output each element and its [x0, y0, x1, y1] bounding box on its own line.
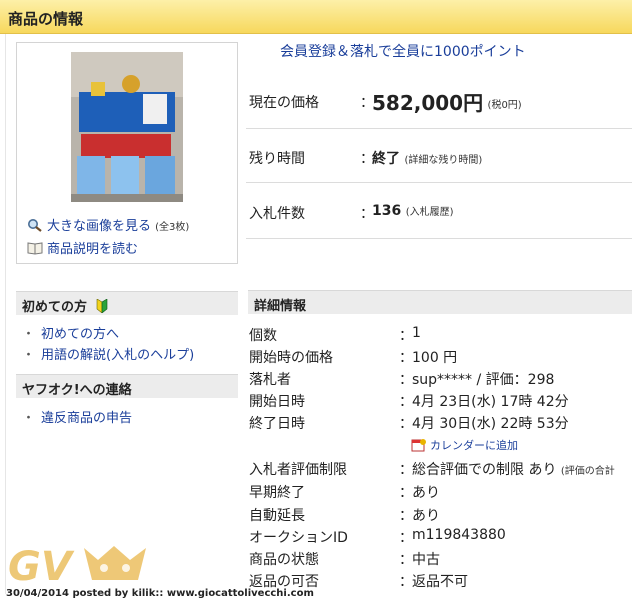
watermark-text: GV — [8, 544, 75, 586]
book-icon — [27, 242, 43, 255]
detail-value-start-price: 100 円 — [412, 350, 458, 366]
details-title: 詳細情報 — [254, 299, 307, 314]
detail-label-quantity: 個数 — [249, 328, 277, 344]
detail-label-auction-id: オークションID — [249, 530, 348, 546]
detail-label-early-end: 早期終了 — [249, 485, 305, 501]
detail-label-end-time: 終了日時 — [249, 416, 305, 432]
colon: ： — [399, 485, 413, 501]
detail-value-early-end: あり — [412, 485, 440, 501]
detail-value-auto-extend: あり — [412, 508, 440, 524]
report-section-title: ヤフオク!への連絡 — [22, 383, 132, 398]
section-header: 商品の情報 — [0, 0, 632, 34]
report-section-header: ヤフオク!への連絡 — [16, 374, 238, 398]
bullet: ・ — [22, 411, 36, 426]
detail-value-winner[interactable]: sup***** / 評価：298 — [412, 369, 554, 389]
beginners-guide-link[interactable]: 初めての方へ — [41, 327, 119, 342]
bid-count-row: 136 (入札履歴) — [372, 203, 454, 219]
detail-label-start-time: 開始日時 — [249, 394, 305, 410]
section-title: 商品の情報 — [8, 10, 84, 28]
image-count: (全3枚) — [155, 222, 190, 233]
detail-label-auto-extend: 自動延長 — [249, 508, 305, 524]
read-description-link[interactable]: 商品説明を読む — [27, 238, 138, 257]
colon: ： — [399, 372, 413, 388]
colon: ： — [399, 574, 413, 590]
image-panel: 大きな画像を見る (全3枚) 商品説明を読む — [16, 42, 238, 264]
detail-value-returns: 返品不可 — [412, 574, 468, 590]
rating-limit-note: (評価の合計 — [560, 466, 615, 477]
colon: ： — [399, 462, 413, 478]
price-value-row: 582,000円 (税0円) — [372, 87, 522, 116]
detail-label-winner: 落札者 — [249, 372, 291, 388]
beginner-section-header: 初めての方 — [16, 291, 238, 315]
report-violation-link[interactable]: 違反商品の申告 — [41, 411, 132, 426]
colon: ： — [399, 416, 413, 432]
bidder-rating-limit-link[interactable]: 入札者評価制限 — [249, 459, 347, 479]
beginner-mark-icon — [96, 298, 107, 314]
time-left-label: 残り時間 — [249, 151, 305, 167]
divider — [246, 128, 632, 129]
view-larger-image-link[interactable]: 大きな画像を見る (全3枚) — [27, 215, 189, 234]
product-photo[interactable] — [71, 52, 183, 202]
sidebar-item-glossary[interactable]: ・用語の解説(入札のヘルプ) — [22, 344, 194, 363]
divider — [246, 182, 632, 183]
divider — [246, 238, 632, 239]
bullet: ・ — [22, 348, 36, 363]
current-price: 582,000円 — [372, 91, 484, 115]
detail-value-rating-limit: 総合評価での制限 あり (評価の合計 — [412, 459, 615, 479]
promo-link[interactable]: 会員登録＆落札で全員に1000ポイント — [280, 41, 526, 61]
calendar-icon — [411, 439, 426, 452]
detail-value-condition: 中古 — [412, 552, 440, 568]
frame-border — [5, 34, 6, 594]
beginner-title-text: 初めての方 — [22, 300, 88, 315]
add-to-calendar-link[interactable]: カレンダーに追加 — [411, 437, 518, 453]
rating-limit-value: 総合評価での制限 あり — [412, 462, 557, 478]
sidebar-item-beginners-guide[interactable]: ・初めての方へ — [22, 323, 119, 342]
detail-value-auction-id: m119843880 — [412, 527, 506, 543]
bid-count-label: 入札件数 — [249, 206, 305, 222]
detail-label-start-price: 開始時の価格 — [249, 350, 333, 366]
time-left-row: 終了 (詳細な残り時間) — [372, 148, 482, 168]
colon: ： — [399, 328, 413, 344]
colon: ： — [399, 508, 413, 524]
bid-history-link[interactable]: (入札履歴) — [406, 207, 454, 218]
add-to-calendar-label[interactable]: カレンダーに追加 — [430, 439, 518, 452]
colon: ： — [399, 530, 413, 546]
colon: ： — [399, 350, 413, 366]
detail-value-quantity: 1 — [412, 325, 421, 341]
credit-text: 30/04/2014 posted by kilik:: www.giocatt… — [6, 588, 314, 599]
view-larger-label[interactable]: 大きな画像を見る — [47, 219, 151, 234]
beginner-section-title: 初めての方 — [22, 296, 109, 315]
colon: ： — [399, 552, 413, 568]
price-label: 現在の価格 — [249, 95, 319, 111]
sidebar-item-report[interactable]: ・違反商品の申告 — [22, 407, 132, 426]
bid-count-value: 136 — [372, 203, 402, 219]
glossary-link[interactable]: 用語の解説(入札のヘルプ) — [41, 348, 194, 363]
detail-value-end-time: 4月 30日(水) 22時 53分 — [412, 416, 569, 432]
colon: ： — [399, 394, 413, 410]
tax-note: (税0円) — [487, 100, 522, 111]
magnifier-icon — [28, 219, 42, 232]
detail-label-condition: 商品の状態 — [249, 552, 319, 568]
time-left-value: 終了 — [372, 151, 400, 167]
detail-value-start-time: 4月 23日(水) 17時 42分 — [412, 394, 569, 410]
bullet: ・ — [22, 327, 36, 342]
details-section-header: 詳細情報 — [248, 290, 632, 314]
read-description-label[interactable]: 商品説明を読む — [47, 242, 138, 257]
gv-watermark-logo: GV — [8, 544, 146, 586]
detailed-time-link[interactable]: (詳細な残り時間) — [404, 155, 482, 166]
